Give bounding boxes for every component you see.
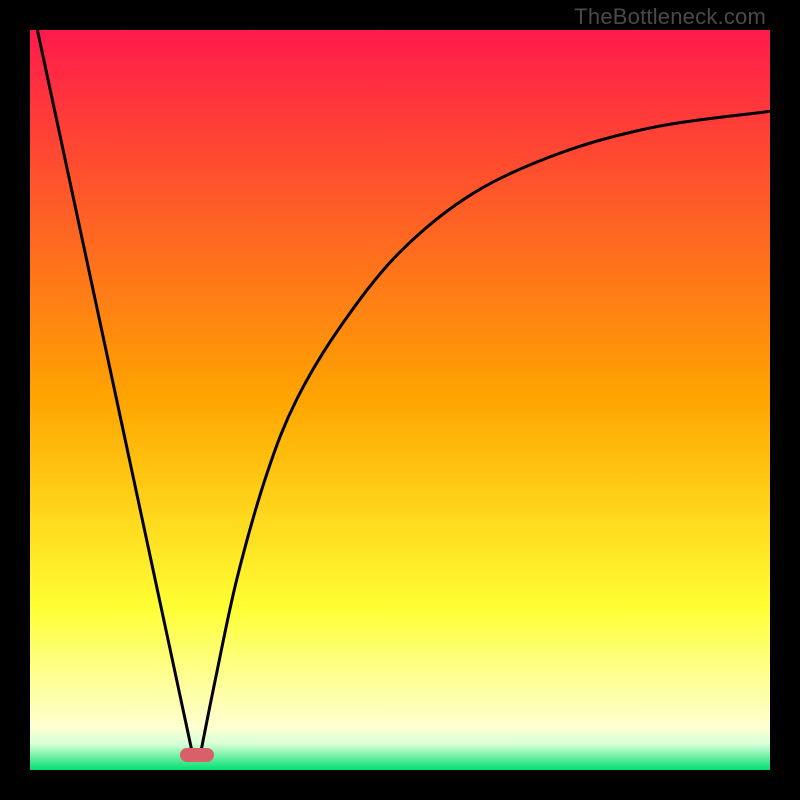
watermark: TheBottleneck.com: [574, 4, 766, 30]
chart-svg: [30, 30, 770, 770]
plot-frame: [30, 30, 770, 770]
chart-background: [30, 30, 770, 770]
bottleneck-marker: [180, 748, 214, 762]
